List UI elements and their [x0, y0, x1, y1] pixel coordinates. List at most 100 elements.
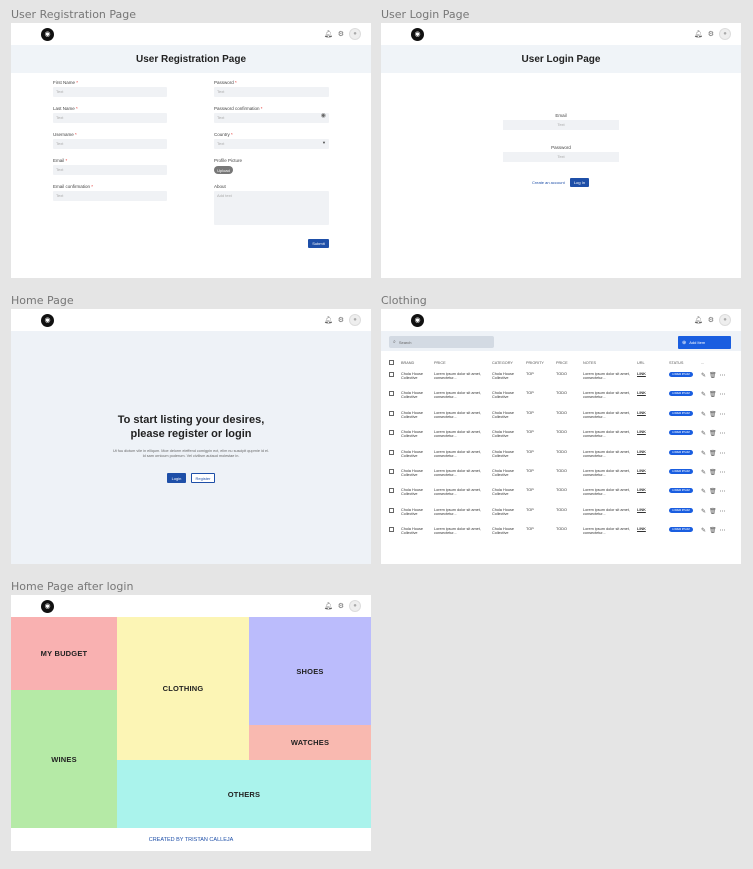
table-row[interactable]: Chola House Collective Lorem ipsum dolor … — [387, 369, 737, 388]
column-header[interactable]: PRIORITY — [524, 357, 554, 369]
tile-my-budget[interactable]: MY BUDGET — [11, 617, 117, 690]
more-icon[interactable]: ⋯ — [720, 431, 726, 437]
search-input[interactable]: ⌕ Search — [389, 336, 494, 348]
column-header[interactable]: NOTES — [581, 357, 635, 369]
user-avatar-icon[interactable]: ● — [349, 28, 361, 40]
gear-icon[interactable]: ⚙︎ — [708, 31, 714, 38]
email-input[interactable]: Text — [503, 120, 619, 130]
last-name-input[interactable]: Text — [53, 113, 167, 123]
edit-icon[interactable]: ✎ — [701, 470, 706, 476]
eye-icon[interactable]: ◉ — [321, 113, 326, 119]
tile-wines[interactable]: WINES — [11, 690, 117, 828]
row-checkbox[interactable] — [389, 488, 394, 494]
country-select[interactable]: Text ▼ — [214, 139, 329, 149]
edit-icon[interactable]: ✎ — [701, 509, 706, 515]
edit-icon[interactable]: ✎ — [701, 489, 706, 495]
app-logo-icon[interactable]: ◉ — [41, 313, 54, 327]
cell-url-link[interactable]: LINK — [635, 408, 667, 427]
edit-icon[interactable]: ✎ — [701, 451, 706, 457]
column-header[interactable]: URL — [635, 357, 667, 369]
row-checkbox[interactable] — [389, 410, 394, 416]
table-row[interactable]: Chola House Collective Lorem ipsum dolor … — [387, 447, 737, 466]
bell-icon[interactable]: 🔔︎ — [324, 317, 333, 324]
password-input[interactable]: Text — [214, 87, 329, 97]
row-checkbox[interactable] — [389, 372, 394, 377]
more-icon[interactable]: ⋯ — [720, 470, 726, 476]
more-icon[interactable]: ⋯ — [720, 489, 726, 495]
row-checkbox[interactable] — [389, 391, 394, 397]
user-avatar-icon[interactable]: ● — [349, 600, 361, 612]
more-icon[interactable]: ⋯ — [720, 509, 726, 515]
trash-icon[interactable]: 🗑︎ — [709, 470, 717, 476]
table-row[interactable]: Chola House Collective Lorem ipsum dolor … — [387, 388, 737, 407]
cell-url-link[interactable]: LINK — [635, 505, 667, 524]
cell-url-link[interactable]: LINK — [635, 369, 667, 388]
edit-icon[interactable]: ✎ — [701, 392, 706, 398]
username-input[interactable]: Text — [53, 139, 167, 149]
password-confirmation-input[interactable]: Text ◉ — [214, 113, 329, 123]
trash-icon[interactable]: 🗑︎ — [709, 373, 717, 379]
column-header[interactable]: ... — [699, 357, 737, 369]
cell-url-link[interactable]: LINK — [635, 447, 667, 466]
more-icon[interactable]: ⋯ — [720, 528, 726, 534]
row-checkbox[interactable] — [389, 430, 394, 436]
bell-icon[interactable]: 🔔︎ — [694, 317, 703, 324]
tile-clothing[interactable]: CLOTHING — [117, 617, 249, 760]
submit-button[interactable]: Submit — [308, 239, 329, 248]
tile-shoes[interactable]: SHOES — [249, 617, 371, 725]
column-header[interactable]: STATUS — [667, 357, 699, 369]
email-input[interactable]: Text — [53, 165, 167, 175]
login-button[interactable]: Login — [167, 473, 186, 483]
trash-icon[interactable]: 🗑︎ — [709, 509, 717, 515]
column-header[interactable]: CATEGORY — [490, 357, 524, 369]
app-logo-icon[interactable]: ◉ — [41, 599, 54, 613]
user-avatar-icon[interactable]: ● — [719, 28, 731, 40]
login-button[interactable]: Log In — [570, 178, 589, 187]
cell-url-link[interactable]: LINK — [635, 427, 667, 446]
email-confirmation-input[interactable]: Text — [53, 191, 167, 201]
more-icon[interactable]: ⋯ — [720, 392, 726, 398]
bell-icon[interactable]: 🔔︎ — [694, 31, 703, 38]
more-icon[interactable]: ⋯ — [720, 412, 726, 418]
table-row[interactable]: Chola House Collective Lorem ipsum dolor … — [387, 505, 737, 524]
gear-icon[interactable]: ⚙︎ — [708, 317, 714, 324]
trash-icon[interactable]: 🗑︎ — [709, 392, 717, 398]
password-input[interactable]: Text — [503, 152, 619, 162]
cell-url-link[interactable]: LINK — [635, 524, 667, 543]
table-row[interactable]: Chola House Collective Lorem ipsum dolor … — [387, 427, 737, 446]
row-checkbox[interactable] — [389, 468, 394, 474]
select-all-checkbox[interactable] — [389, 360, 394, 365]
trash-icon[interactable]: 🗑︎ — [709, 412, 717, 418]
more-icon[interactable]: ⋯ — [720, 373, 726, 379]
edit-icon[interactable]: ✎ — [701, 373, 706, 379]
add-item-button[interactable]: ⊕ Add Item — [678, 336, 731, 349]
cell-url-link[interactable]: LINK — [635, 388, 667, 407]
first-name-input[interactable]: Text — [53, 87, 167, 97]
row-checkbox[interactable] — [389, 449, 394, 455]
create-account-link[interactable]: Create an account — [532, 180, 565, 185]
user-avatar-icon[interactable]: ● — [349, 314, 361, 326]
app-logo-icon[interactable]: ◉ — [411, 313, 424, 327]
app-logo-icon[interactable]: ◉ — [411, 27, 424, 41]
trash-icon[interactable]: 🗑︎ — [709, 489, 717, 495]
gear-icon[interactable]: ⚙︎ — [338, 317, 344, 324]
user-avatar-icon[interactable]: ● — [719, 314, 731, 326]
trash-icon[interactable]: 🗑︎ — [709, 431, 717, 437]
row-checkbox[interactable] — [389, 527, 394, 533]
bell-icon[interactable]: 🔔︎ — [324, 31, 333, 38]
cell-url-link[interactable]: LINK — [635, 485, 667, 504]
table-row[interactable]: Chola House Collective Lorem ipsum dolor … — [387, 485, 737, 504]
trash-icon[interactable]: 🗑︎ — [709, 451, 717, 457]
about-textarea[interactable]: Add text — [214, 191, 329, 225]
table-row[interactable]: Chola House Collective Lorem ipsum dolor … — [387, 466, 737, 485]
column-header[interactable]: PRICE — [432, 357, 490, 369]
table-row[interactable]: Chola House Collective Lorem ipsum dolor … — [387, 408, 737, 427]
edit-icon[interactable]: ✎ — [701, 431, 706, 437]
app-logo-icon[interactable]: ◉ — [41, 27, 54, 41]
column-header[interactable]: BRAND — [399, 357, 432, 369]
tile-others[interactable]: OTHERS — [117, 760, 371, 828]
more-icon[interactable]: ⋯ — [720, 451, 726, 457]
column-header[interactable]: PRICE — [554, 357, 581, 369]
edit-icon[interactable]: ✎ — [701, 412, 706, 418]
table-row[interactable]: Chola House Collective Lorem ipsum dolor … — [387, 524, 737, 543]
